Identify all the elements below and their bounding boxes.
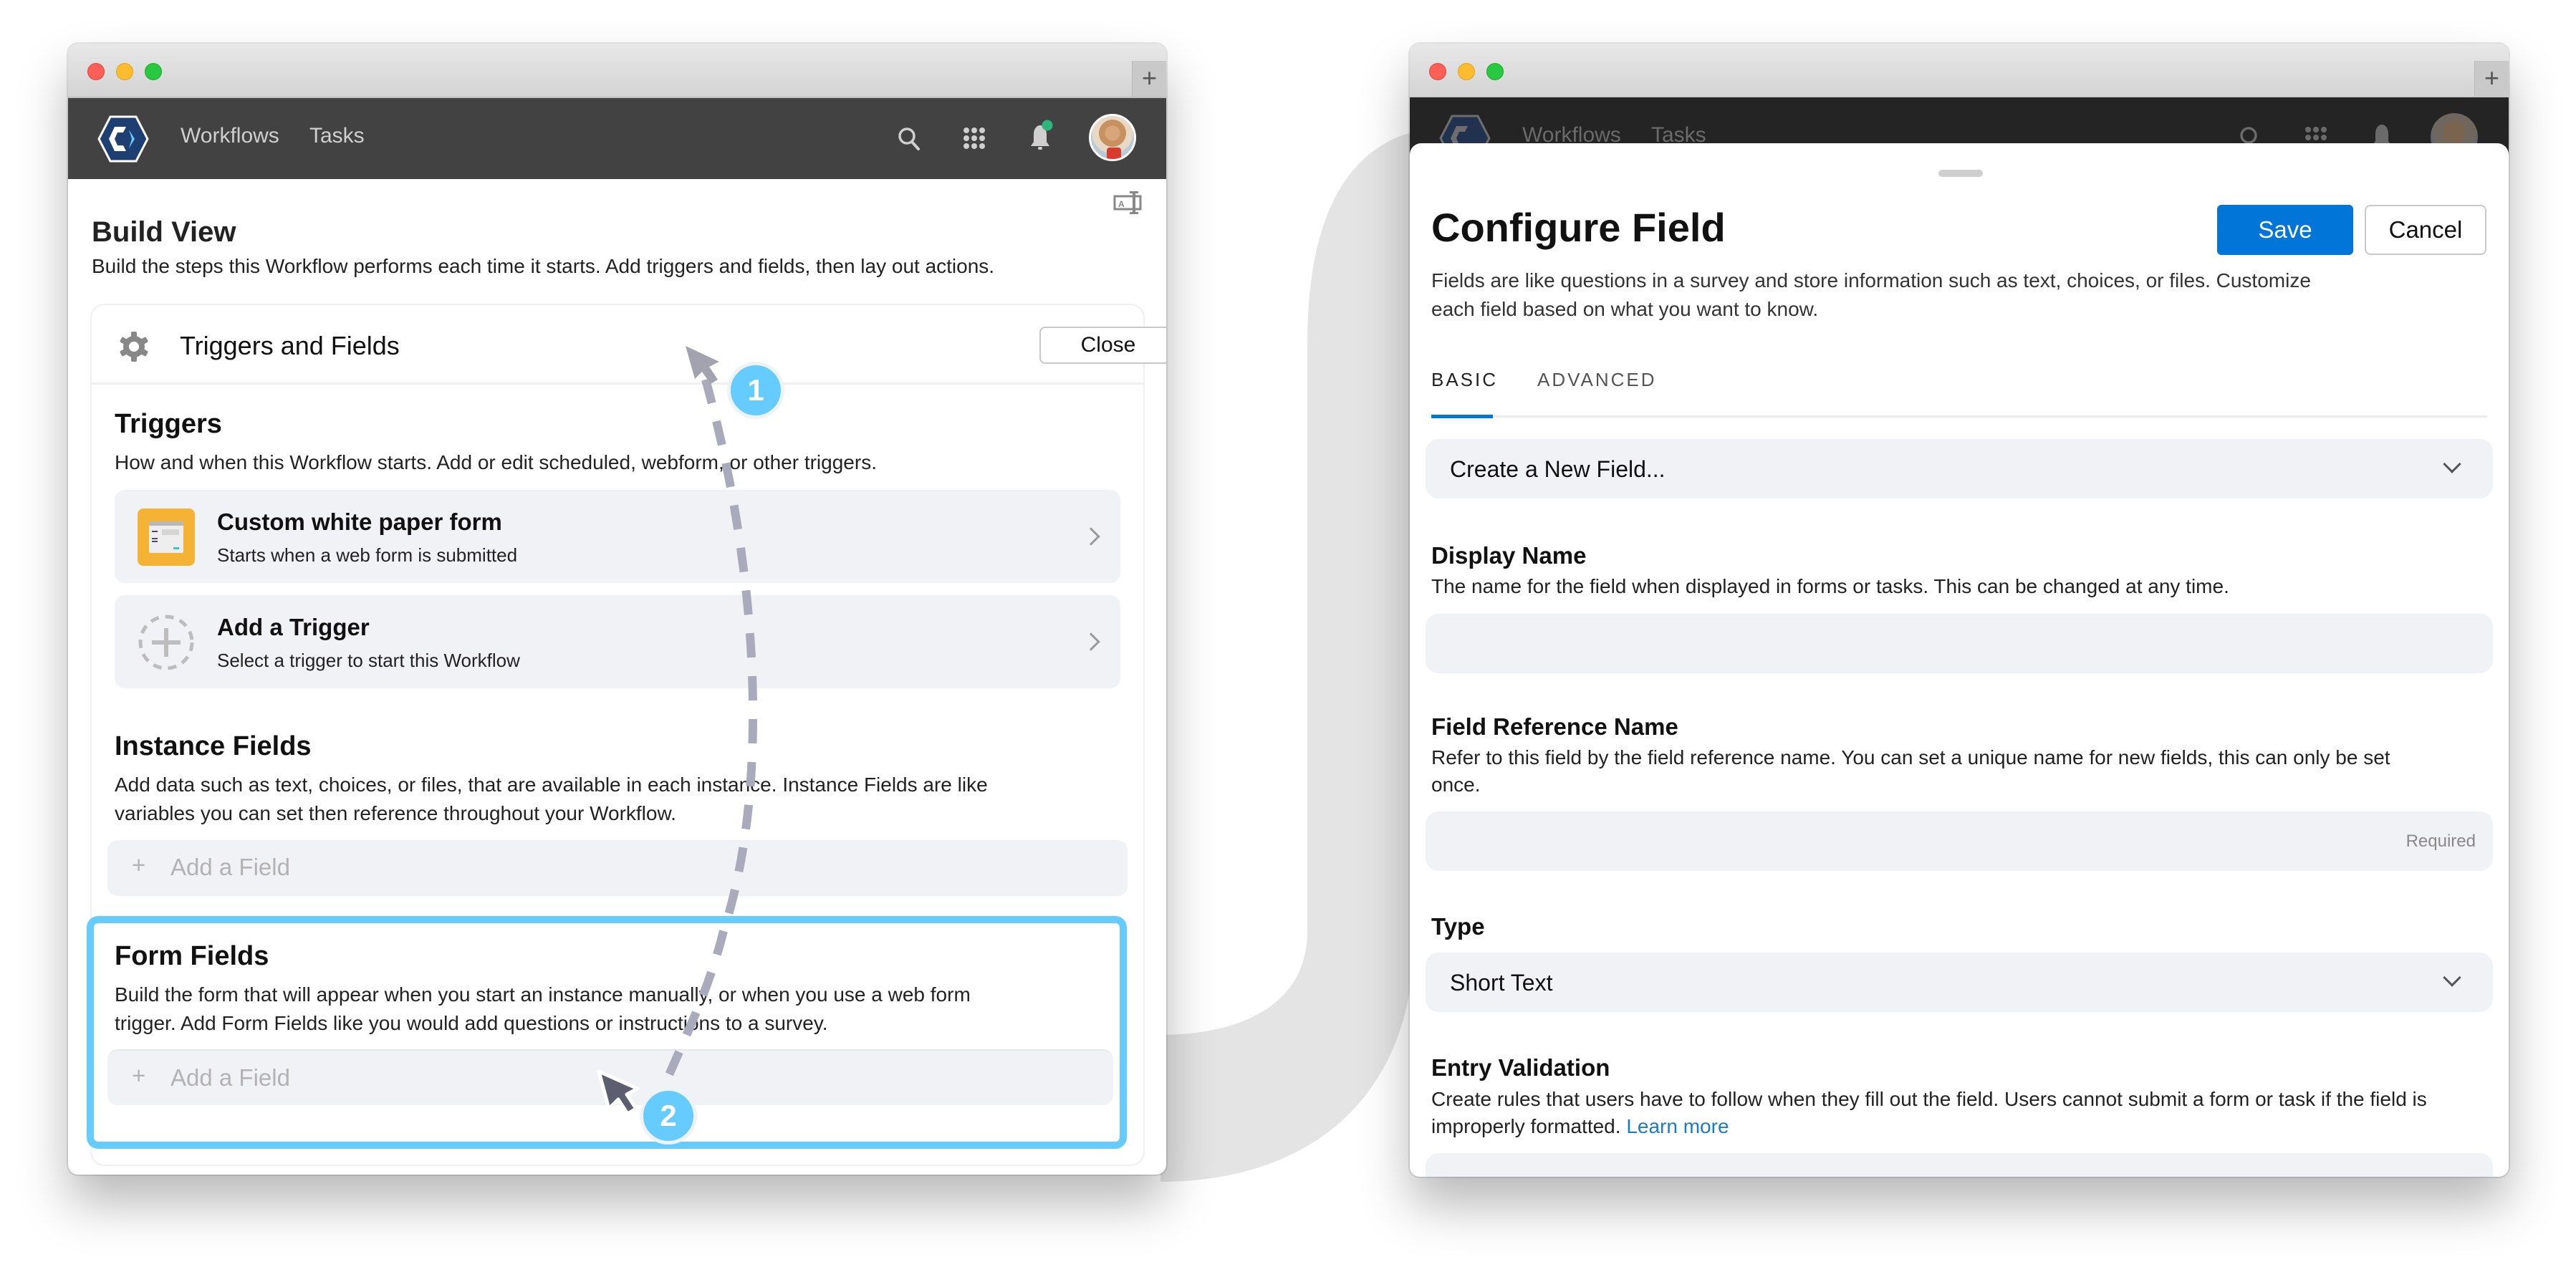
- chevron-down-icon: [2443, 968, 2461, 987]
- step-badge-2: 2: [640, 1087, 697, 1145]
- title-bar: +: [1410, 44, 2509, 98]
- sheet-title: Configure Field: [1431, 205, 1726, 250]
- display-name-description: The name for the field when displayed in…: [1431, 575, 2229, 597]
- tab-advanced[interactable]: ADVANCED: [1537, 369, 1657, 391]
- cursor-icon: [597, 1069, 640, 1116]
- tabs-divider: [1431, 415, 2487, 418]
- sheet-description-line1: Fields are like questions in a survey an…: [1431, 269, 2311, 292]
- save-button[interactable]: Save: [2217, 205, 2353, 255]
- entry-validation-box[interactable]: [1426, 1153, 2493, 1177]
- entry-validation-description-line2: improperly formatted. Learn more: [1431, 1113, 2473, 1140]
- cursor-icon: [686, 346, 719, 384]
- tab-basic[interactable]: BASIC: [1431, 369, 1498, 391]
- display-name-label: Display Name: [1431, 542, 1587, 569]
- entry-validation-label: Entry Validation: [1431, 1054, 1610, 1081]
- drag-handle[interactable]: [1938, 170, 1983, 177]
- display-name-input[interactable]: [1426, 614, 2493, 673]
- cancel-button[interactable]: Cancel: [2365, 205, 2486, 255]
- sheet-description-line2: each field based on what you want to kno…: [1431, 298, 1819, 320]
- learn-more-link[interactable]: Learn more: [1626, 1115, 1729, 1137]
- entry-validation-description-line1: Create rules that users have to follow w…: [1431, 1088, 2427, 1110]
- entry-validation-description-text: improperly formatted.: [1431, 1115, 1621, 1137]
- field-select-dropdown[interactable]: Create a New Field...: [1426, 439, 2493, 498]
- new-tab-button[interactable]: +: [2474, 61, 2509, 97]
- field-select-value: Create a New Field...: [1450, 456, 1666, 482]
- chevron-down-icon: [2443, 455, 2461, 473]
- type-value: Short Text: [1450, 970, 1553, 996]
- minimize-window-button[interactable]: [1458, 63, 1475, 80]
- required-hint: Required: [2406, 832, 2476, 851]
- close-window-button[interactable]: [1429, 63, 1446, 80]
- step-badge-1: 1: [727, 362, 784, 419]
- field-reference-name-description-line2: once.: [1431, 774, 1481, 796]
- right-browser-window: + Workflows Tasks Configure Field Save C…: [1410, 44, 2509, 1177]
- type-label: Type: [1431, 913, 1485, 940]
- configure-field-sheet: Configure Field Save Cancel Fields are l…: [1410, 143, 2509, 1177]
- active-tab-indicator: [1431, 415, 1493, 418]
- field-reference-name-input[interactable]: Required: [1426, 811, 2493, 871]
- field-reference-name-label: Field Reference Name: [1431, 713, 1678, 740]
- maximize-window-button[interactable]: [1486, 63, 1504, 80]
- field-reference-name-description-line1: Refer to this field by the field referen…: [1431, 746, 2390, 768]
- type-dropdown[interactable]: Short Text: [1426, 953, 2493, 1012]
